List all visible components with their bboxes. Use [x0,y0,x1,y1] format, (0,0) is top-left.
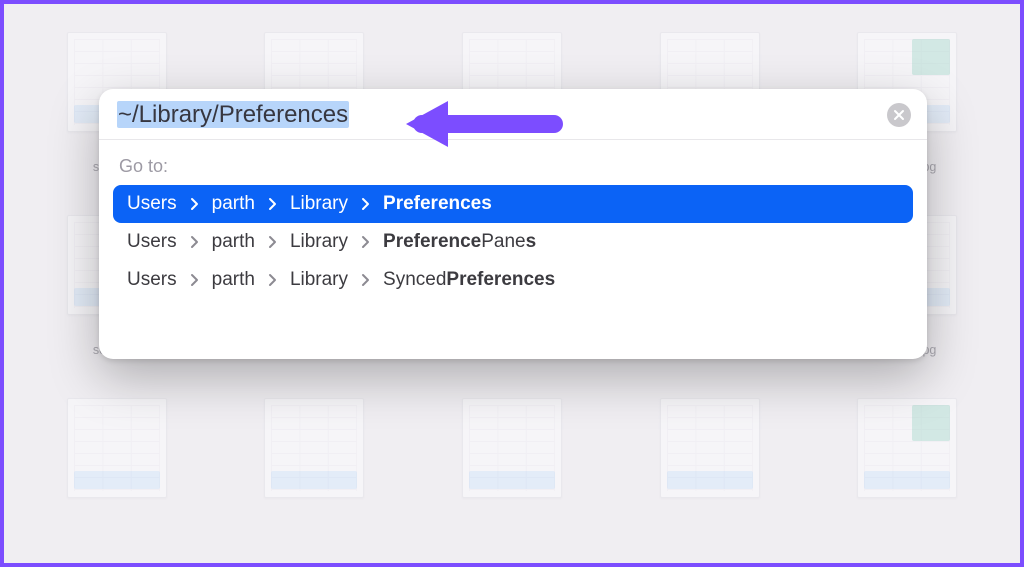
chevron-right-icon [267,196,278,212]
finder-item[interactable] [651,398,769,545]
path-segment: Users [127,231,177,253]
clear-button[interactable] [887,103,911,127]
path-segment: SyncedPreferences [383,269,555,291]
path-segment: PreferencePanes [383,231,536,253]
finder-item[interactable] [453,398,571,545]
chevron-right-icon [189,272,200,288]
path-segment: Users [127,193,177,215]
path-segment: Users [127,269,177,291]
close-icon [893,109,905,121]
thumbnail [660,398,760,498]
chevron-right-icon [189,196,200,212]
thumbnail [462,398,562,498]
chevron-right-icon [189,234,200,250]
chevron-right-icon [267,234,278,250]
path-segment: parth [212,231,255,253]
thumbnail [264,398,364,498]
chevron-right-icon [360,272,371,288]
path-segment: parth [212,269,255,291]
path-segment: Library [290,193,348,215]
chevron-right-icon [360,196,371,212]
goto-path-selection: ~/Library/Preferences [117,101,349,128]
thumbnail [67,398,167,498]
goto-folder-popover: ~/Library/Preferences Go to: Users parth L… [99,89,927,359]
chevron-right-icon [267,272,278,288]
goto-result-row[interactable]: Users parth Library Preferences [113,185,913,223]
goto-label: Go to: [113,150,913,185]
window-frame: hsom...pgto add...hat 7.jpghsom...pgto a… [0,0,1024,567]
goto-results: Go to: UsersparthLibraryPreferencesUsers… [99,140,927,359]
thumbnail [857,398,957,498]
path-segment: Preferences [383,193,492,215]
finder-item[interactable] [58,398,176,545]
path-segment: parth [212,193,255,215]
goto-input-row: ~/Library/Preferences [99,89,927,140]
chevron-right-icon [360,234,371,250]
goto-result-row[interactable]: Users parth Library SyncedPreferences [113,261,913,299]
goto-result-row[interactable]: Users parth Library PreferencePanes [113,223,913,261]
goto-path-input[interactable]: ~/Library/Preferences [117,101,887,129]
finder-item[interactable] [256,398,374,545]
path-segment: Library [290,231,348,253]
finder-item[interactable] [848,398,966,545]
path-segment: Library [290,269,348,291]
